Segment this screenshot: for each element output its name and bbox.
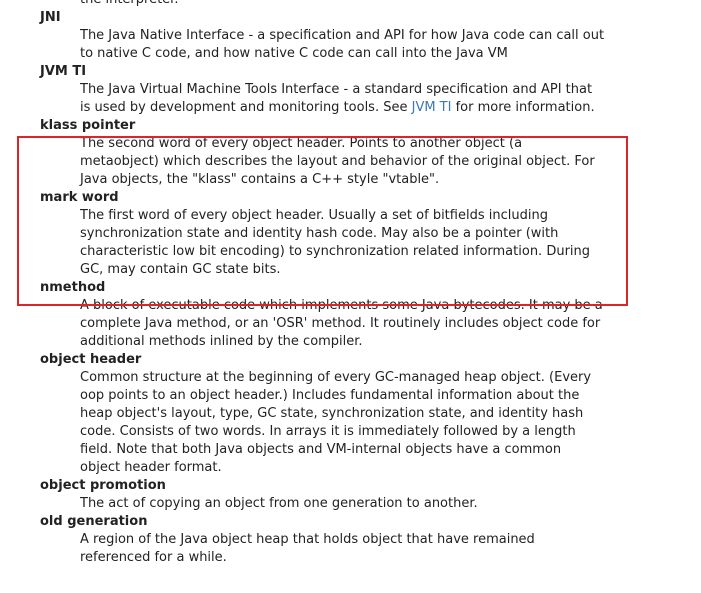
definition-jvm-ti-text-after: for more information. xyxy=(451,100,595,115)
definition-mark-word: The first word of every object header. U… xyxy=(80,208,591,277)
glossary-list: the interpreter. JNI The Java Native Int… xyxy=(0,0,701,567)
term-mark-word: mark word xyxy=(40,190,119,205)
definition-object-promotion: The act of copying an object from one ge… xyxy=(80,496,478,511)
term-jni: JNI xyxy=(40,10,61,25)
definition-jni: The Java Native Interface - a specificat… xyxy=(80,28,605,61)
definition-jvm-ti: The Java Virtual Machine Tools Interface… xyxy=(0,81,605,117)
term-nmethod: nmethod xyxy=(40,280,106,295)
definition-partial-top: the interpreter. xyxy=(0,0,605,9)
definition-klass-pointer: The second word of every object header. … xyxy=(80,136,595,187)
definition-object-header: Common structure at the beginning of eve… xyxy=(80,370,592,475)
term-object-header: object header xyxy=(40,352,142,367)
jvm-ti-link[interactable]: JVM TI xyxy=(412,100,452,115)
term-old-generation: old generation xyxy=(40,514,148,529)
term-klass-pointer: klass pointer xyxy=(40,118,136,133)
definition-nmethod: A block of executable code which impleme… xyxy=(80,298,603,349)
term-object-promotion: object promotion xyxy=(40,478,166,493)
definition-old-generation: A region of the Java object heap that ho… xyxy=(80,532,535,565)
term-jvm-ti: JVM TI xyxy=(40,64,87,79)
